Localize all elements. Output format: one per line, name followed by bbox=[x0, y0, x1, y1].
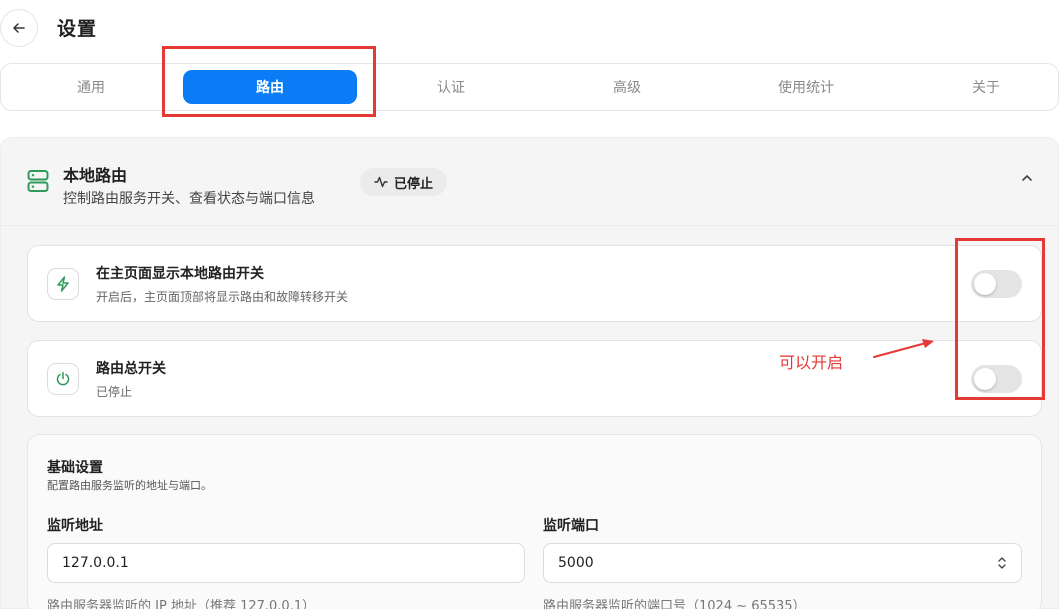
lightning-icon bbox=[57, 276, 69, 292]
port-input[interactable]: 5000 bbox=[543, 543, 1022, 583]
annotation-box-toggles bbox=[955, 238, 1045, 400]
annotation-note: 可以开启 bbox=[779, 353, 844, 372]
address-help: 路由服务器监听的 IP 地址（推荐 127.0.0.1） bbox=[47, 599, 316, 609]
tab-bar: 通用 路由 认证 高级 使用统计 关于 bbox=[0, 63, 1059, 111]
card-title: 路由总开关 bbox=[96, 361, 166, 377]
show-toggle-card: 在主页面显示本地路由开关 开启后，主页面顶部将显示路由和故障转移开关 bbox=[27, 245, 1042, 322]
port-value: 5000 bbox=[558, 555, 594, 571]
address-label: 监听地址 bbox=[47, 518, 103, 534]
local-routing-section: 本地路由 控制路由服务开关、查看状态与端口信息 已停止 在主页面显示本地路由开关… bbox=[0, 137, 1059, 609]
panel-subtitle: 配置路由服务监听的地址与端口。 bbox=[47, 479, 212, 492]
basic-settings-panel: 基础设置 配置路由服务监听的地址与端口。 监听地址 127.0.0.1 路由服务… bbox=[27, 434, 1042, 609]
card-icon-wrapper bbox=[47, 363, 79, 395]
panel-title: 基础设置 bbox=[47, 460, 103, 476]
card-icon-wrapper bbox=[47, 268, 79, 300]
tab-about[interactable]: 关于 bbox=[906, 70, 1059, 104]
server-icon bbox=[27, 170, 49, 192]
section-header[interactable]: 本地路由 控制路由服务开关、查看状态与端口信息 已停止 bbox=[1, 138, 1058, 226]
arrow-left-icon bbox=[13, 23, 25, 33]
card-subtitle: 已停止 bbox=[96, 385, 133, 399]
status-badge: 已停止 bbox=[360, 168, 448, 196]
section-title: 本地路由 bbox=[63, 166, 128, 185]
port-help: 路由服务器监听的端口号（1024 ~ 65535） bbox=[543, 599, 806, 609]
tab-usage-stats[interactable]: 使用统计 bbox=[726, 70, 886, 104]
tab-auth[interactable]: 认证 bbox=[371, 70, 531, 104]
section-subtitle: 控制路由服务开关、查看状态与端口信息 bbox=[63, 191, 315, 207]
card-subtitle: 开启后，主页面顶部将显示路由和故障转移开关 bbox=[96, 290, 349, 304]
header: 设置 bbox=[0, 0, 1059, 56]
page-title: 设置 bbox=[57, 18, 98, 40]
address-input[interactable]: 127.0.0.1 bbox=[47, 543, 525, 583]
back-button[interactable] bbox=[0, 9, 38, 47]
annotation-box-tab bbox=[162, 46, 376, 117]
card-title: 在主页面显示本地路由开关 bbox=[96, 266, 264, 282]
chevron-up-icon[interactable] bbox=[1021, 174, 1033, 182]
activity-icon bbox=[374, 176, 388, 188]
port-label: 监听端口 bbox=[543, 518, 599, 534]
tab-advanced[interactable]: 高级 bbox=[547, 70, 707, 104]
stepper-icon[interactable] bbox=[997, 555, 1007, 571]
status-text: 已停止 bbox=[394, 176, 434, 192]
annotation-arrow-icon bbox=[873, 339, 934, 358]
power-icon bbox=[56, 371, 70, 386]
address-value: 127.0.0.1 bbox=[62, 555, 129, 571]
tab-general[interactable]: 通用 bbox=[11, 70, 171, 104]
